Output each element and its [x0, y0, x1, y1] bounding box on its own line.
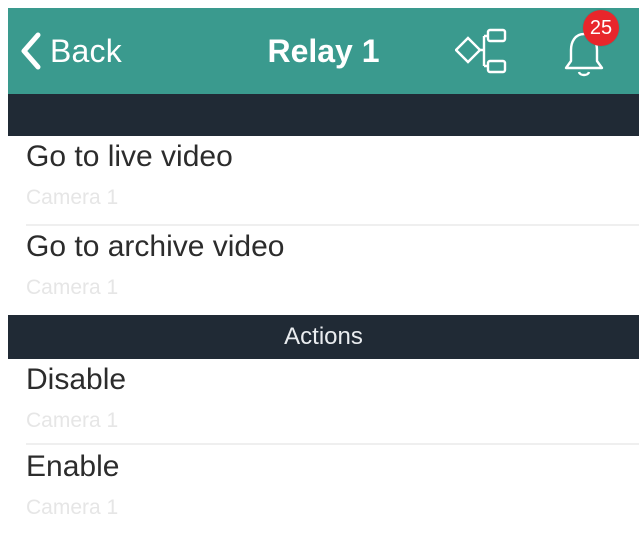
item-subtitle: Camera 1	[26, 186, 119, 209]
navigation-bar: Back Relay 1 25	[8, 8, 639, 94]
item-title: Enable	[26, 450, 120, 483]
separator	[26, 443, 639, 445]
section-header	[8, 94, 639, 136]
list-item-disable[interactable]: Disable Camera 1	[8, 359, 639, 447]
item-subtitle: Camera 1	[26, 276, 119, 299]
item-title: Go to archive video	[26, 230, 285, 263]
item-title: Disable	[26, 363, 127, 396]
notification-badge: 25	[583, 10, 619, 46]
list-item-live-video[interactable]: Go to live video Camera 1	[8, 136, 639, 224]
item-subtitle: Camera 1	[26, 409, 119, 432]
item-title: Go to live video	[26, 140, 233, 173]
list-item-enable[interactable]: Enable Camera 1	[8, 446, 639, 534]
diagram-icon[interactable]	[455, 28, 507, 76]
section-header-actions: Actions	[8, 315, 639, 359]
item-subtitle: Camera 1	[26, 496, 119, 519]
list-item-archive-video[interactable]: Go to archive video Camera 1	[8, 226, 639, 314]
page-title: Relay 1	[267, 33, 380, 69]
